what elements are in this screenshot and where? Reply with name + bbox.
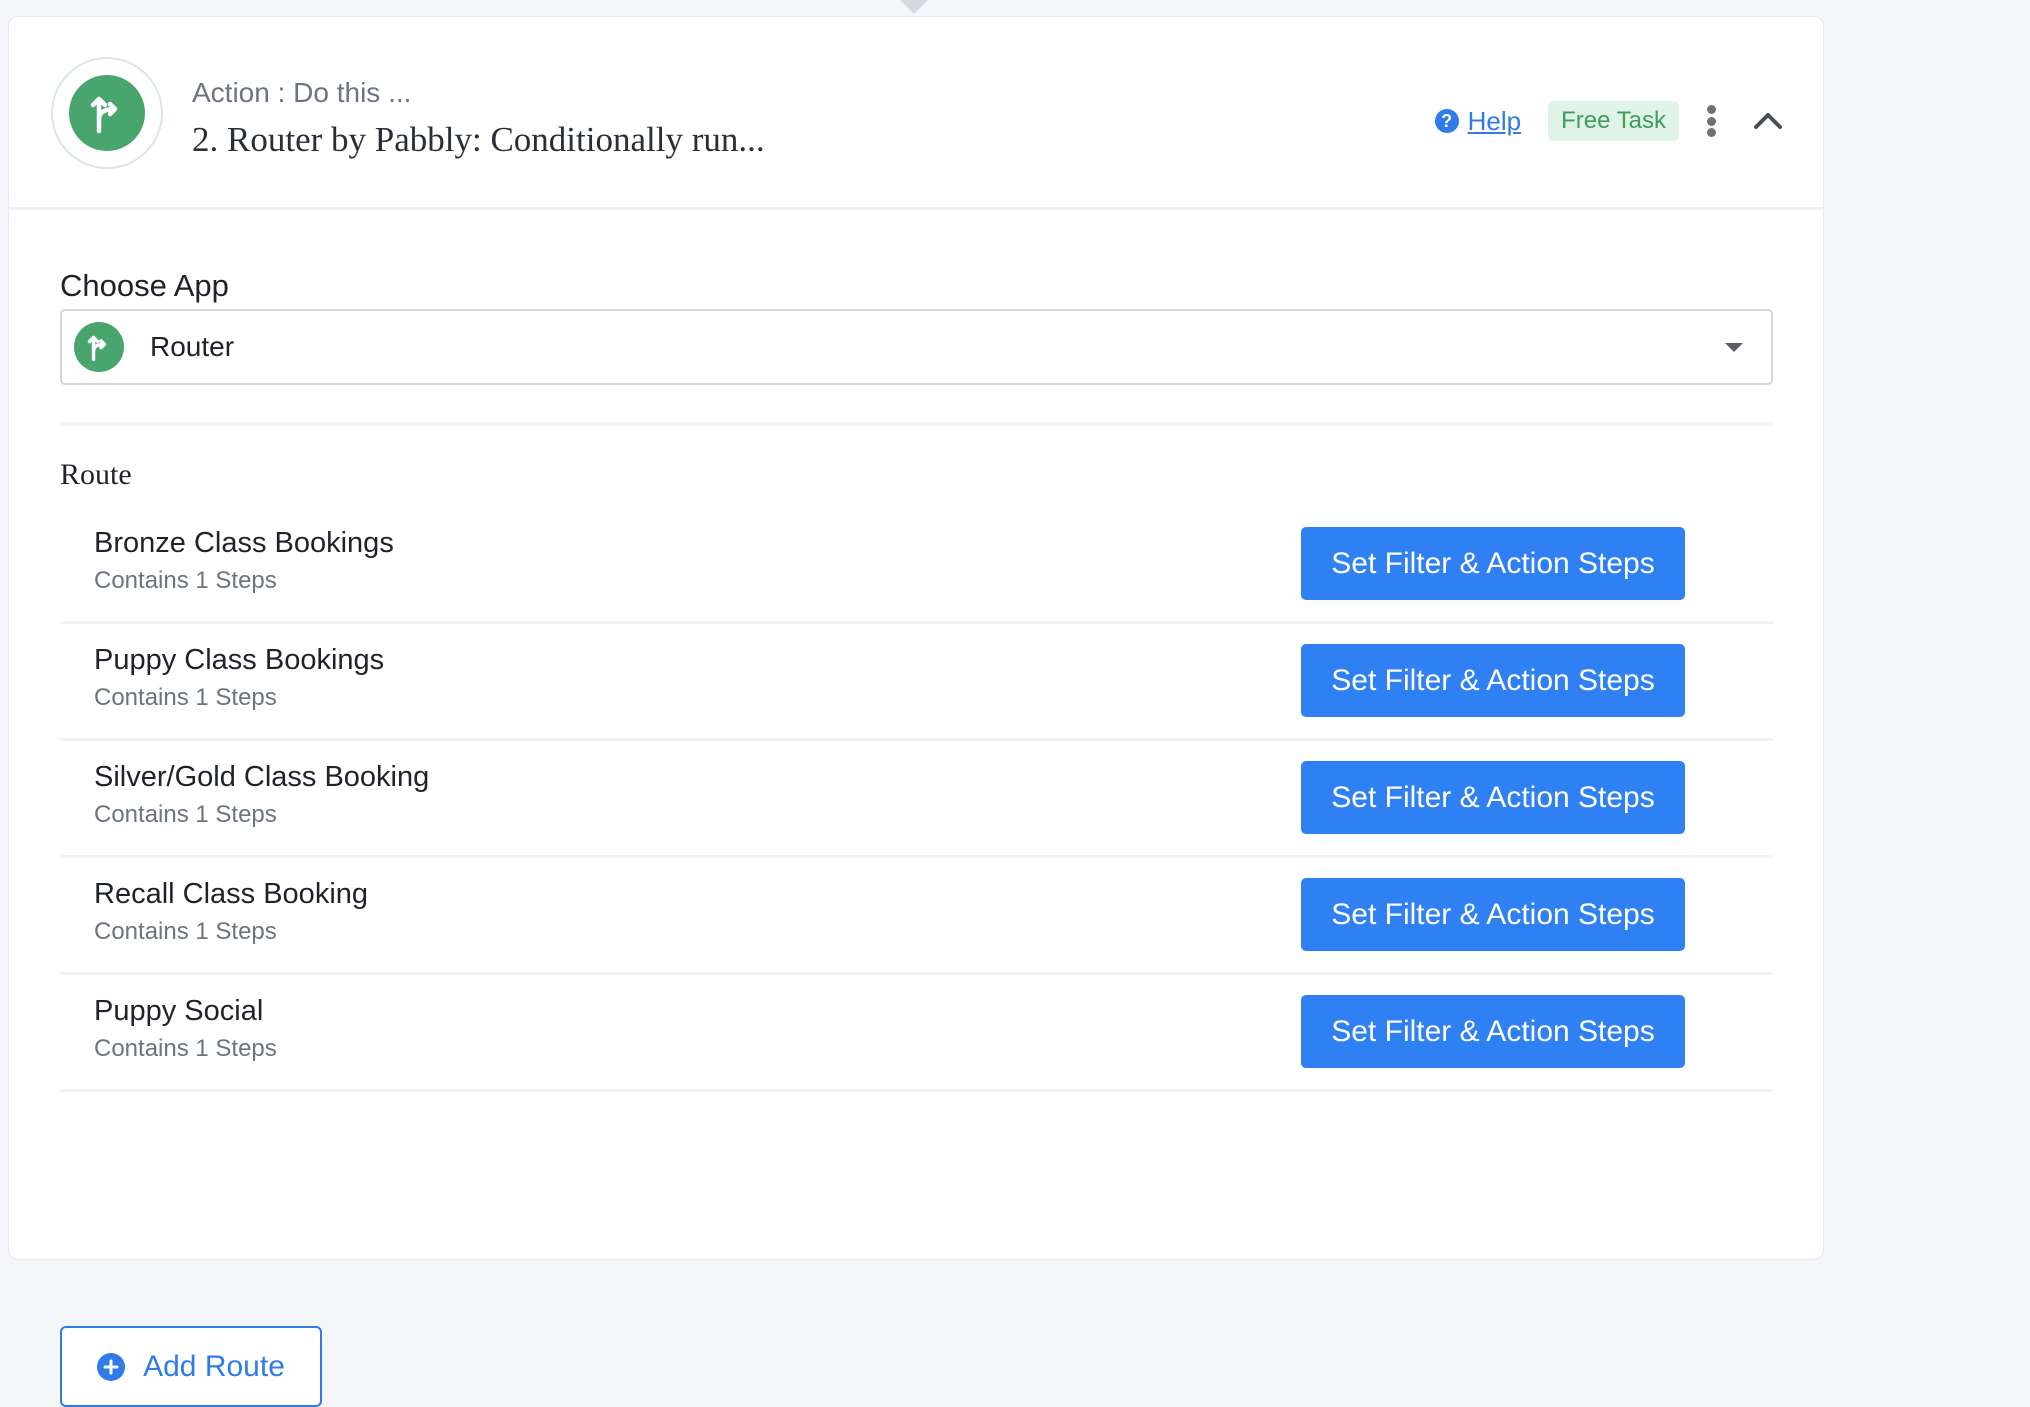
router-branch-icon — [74, 322, 124, 372]
set-filter-action-steps-button[interactable]: Set Filter & Action Steps — [1301, 527, 1685, 600]
choose-app-select[interactable]: Router — [60, 309, 1773, 385]
route-row: Silver/Gold Class Booking Contains 1 Ste… — [60, 741, 1773, 858]
caret-down-icon — [1725, 343, 1743, 352]
route-name: Puppy Class Bookings — [94, 644, 385, 676]
route-name: Silver/Gold Class Booking — [94, 761, 430, 793]
set-filter-action-steps-button[interactable]: Set Filter & Action Steps — [1301, 995, 1685, 1068]
header-text: Action : Do this ... 2. Router by Pabbly… — [192, 73, 765, 165]
help-label: Help — [1467, 105, 1522, 136]
route-list: Bronze Class Bookings Contains 1 Steps S… — [60, 507, 1773, 1092]
route-steps-count: Contains 1 Steps — [94, 684, 277, 711]
step-title: 2. Router by Pabbly: Conditionally run..… — [192, 120, 765, 159]
route-row: Bronze Class Bookings Contains 1 Steps S… — [60, 507, 1773, 624]
route-name: Recall Class Booking — [94, 878, 369, 910]
route-row: Recall Class Booking Contains 1 Steps Se… — [60, 858, 1773, 975]
more-options-icon[interactable] — [1701, 101, 1721, 141]
route-row: Puppy Social Contains 1 Steps Set Filter… — [60, 975, 1773, 1092]
connector-pointer — [900, 0, 928, 14]
router-branch-icon — [69, 75, 145, 151]
add-route-label: Add Route — [143, 1349, 285, 1383]
route-steps-count: Contains 1 Steps — [94, 567, 277, 594]
plus-circle-icon — [97, 1352, 126, 1381]
route-section-label: Route — [60, 458, 132, 491]
header-actions: ? Help Free Task — [1434, 93, 1785, 149]
question-circle-icon: ? — [1434, 109, 1459, 133]
help-link[interactable]: ? Help — [1434, 105, 1522, 137]
choose-app-value: Router — [150, 331, 235, 362]
router-action-card: Action : Do this ... 2. Router by Pabbly… — [8, 16, 1824, 1407]
add-route-button[interactable]: Add Route — [60, 1326, 322, 1407]
set-filter-action-steps-button[interactable]: Set Filter & Action Steps — [1301, 761, 1685, 834]
route-name: Bronze Class Bookings — [94, 527, 394, 559]
route-steps-count: Contains 1 Steps — [94, 1035, 277, 1062]
choose-app-label: Choose App — [60, 268, 229, 303]
card-header: Action : Do this ... 2. Router by Pabbly… — [9, 17, 1823, 210]
route-name: Puppy Social — [94, 995, 264, 1027]
route-row: Puppy Class Bookings Contains 1 Steps Se… — [60, 624, 1773, 741]
free-task-badge: Free Task — [1548, 101, 1679, 141]
app-icon-badge — [51, 57, 163, 169]
set-filter-action-steps-button[interactable]: Set Filter & Action Steps — [1301, 878, 1685, 951]
route-steps-count: Contains 1 Steps — [94, 918, 277, 945]
route-steps-count: Contains 1 Steps — [94, 801, 277, 828]
collapse-chevron-up-icon[interactable] — [1751, 104, 1785, 138]
divider — [60, 422, 1773, 426]
set-filter-action-steps-button[interactable]: Set Filter & Action Steps — [1301, 644, 1685, 717]
step-subtitle: Action : Do this ... — [192, 77, 412, 108]
